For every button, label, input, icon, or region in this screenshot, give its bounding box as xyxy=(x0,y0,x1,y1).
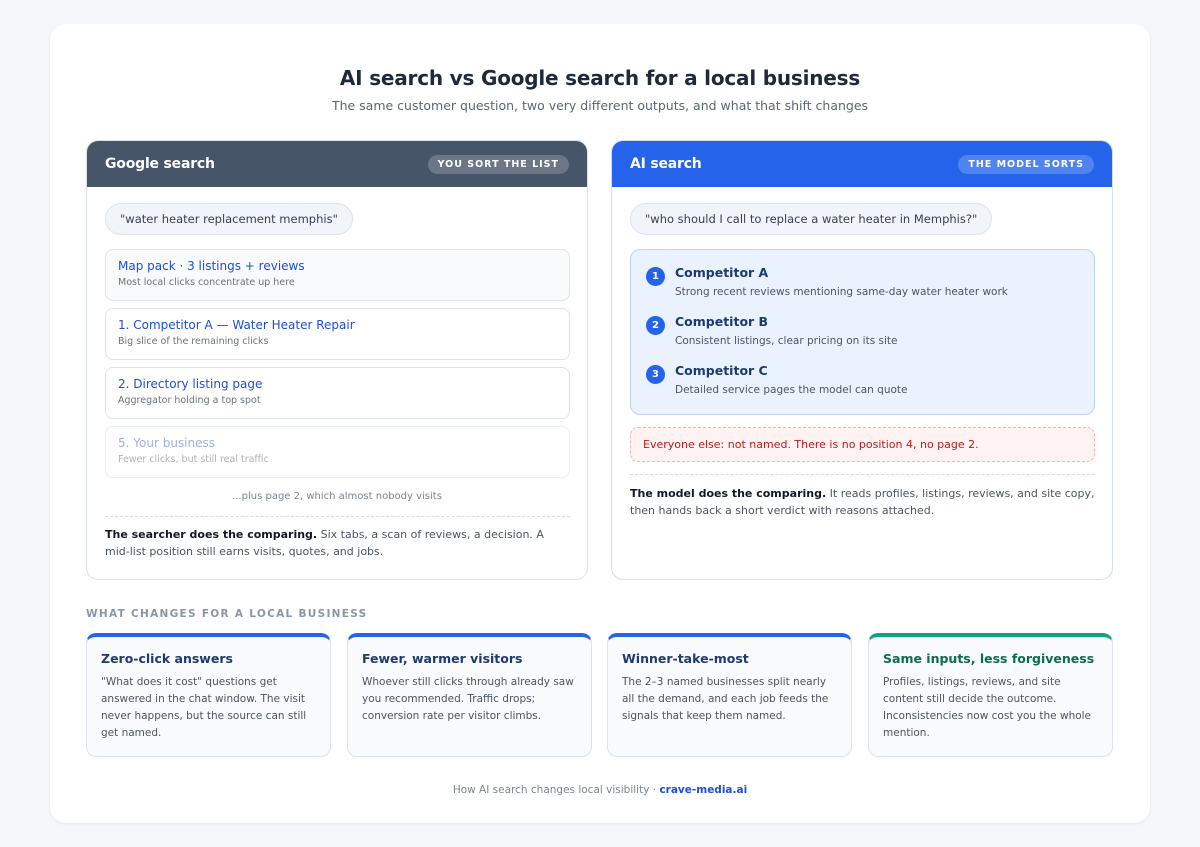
tile-title: Fewer, warmer visitors xyxy=(362,651,523,666)
result-title: 5. Your business xyxy=(118,436,215,450)
ai-not-named-alert: Everyone else: not named. There is no po… xyxy=(630,427,1095,462)
ai-query-chip: "who should I call to replace a water he… xyxy=(630,203,993,235)
google-panel-title: Google search xyxy=(105,156,215,172)
google-query-chip: "water heater replacement memphis" xyxy=(105,203,353,235)
google-more-note: ...plus page 2, which almost nobody visi… xyxy=(232,491,442,502)
page-title: AI search vs Google search for a local b… xyxy=(339,66,861,90)
rank-number: 3 xyxy=(646,365,665,384)
ai-divider xyxy=(630,474,1095,475)
footer-text: How AI search changes local visibility · xyxy=(452,784,660,796)
tile-fewer-warmer-visitors: Fewer, warmer visitors Whoever still cli… xyxy=(347,633,592,757)
google-result-competitor-a: 1. Competitor A — Water Heater Repair Bi… xyxy=(105,308,570,360)
result-subtitle: Big slice of the remaining clicks xyxy=(118,336,269,347)
tile-winner-take-most: Winner-take-most The 2–3 named businesse… xyxy=(607,633,852,757)
rank-description: Detailed service pages the model can quo… xyxy=(675,384,908,396)
ai-ranked-answer: 1 Competitor A Strong recent reviews men… xyxy=(630,249,1095,415)
google-summary: The searcher does the comparing. Six tab… xyxy=(105,526,570,560)
tile-zero-click-answers: Zero-click answers "What does it cost" q… xyxy=(86,633,331,757)
google-result-your-business: 5. Your business Fewer clicks, but still… xyxy=(105,426,570,478)
changes-section-label: WHAT CHANGES FOR A LOCAL BUSINESS xyxy=(86,608,368,620)
footer: How AI search changes local visibility ·… xyxy=(50,784,1150,796)
ai-summary: The model does the comparing. It reads p… xyxy=(630,485,1095,519)
rank-description: Consistent listings, clear pricing on it… xyxy=(675,335,898,347)
google-panel-header: Google search YOU SORT THE LIST xyxy=(87,141,587,187)
tile-description: Profiles, listings, reviews, and site co… xyxy=(883,676,1092,739)
result-subtitle: Fewer clicks, but still real traffic xyxy=(118,454,269,465)
rank-number: 2 xyxy=(646,316,665,335)
result-title: 1. Competitor A — Water Heater Repair xyxy=(118,318,355,332)
page-subtitle: The same customer question, two very dif… xyxy=(331,98,869,113)
rank-description: Strong recent reviews mentioning same-da… xyxy=(675,286,1008,298)
tile-title: Zero-click answers xyxy=(101,651,233,666)
google-result-map-pack: Map pack · 3 listings + reviews Most loc… xyxy=(105,249,570,301)
result-subtitle: Aggregator holding a top spot xyxy=(118,395,261,406)
ai-panel-badge: THE MODEL SORTS xyxy=(958,154,1094,174)
tile-description: "What does it cost" questions get answer… xyxy=(101,676,307,739)
footer-brand-link[interactable]: crave-media.ai xyxy=(659,784,747,796)
tile-title: Same inputs, less forgiveness xyxy=(883,651,1095,666)
result-title: Map pack · 3 listings + reviews xyxy=(118,259,305,273)
google-divider xyxy=(105,516,570,517)
google-search-panel: Google search YOU SORT THE LIST "water h… xyxy=(86,140,588,580)
ai-panel-header: AI search THE MODEL SORTS xyxy=(612,141,1112,187)
tile-description: Whoever still clicks through already saw… xyxy=(362,676,574,722)
google-result-directory: 2. Directory listing page Aggregator hol… xyxy=(105,367,570,419)
rank-name: Competitor C xyxy=(675,363,768,378)
rank-number: 1 xyxy=(646,267,665,286)
ai-search-panel: AI search THE MODEL SORTS "who should I … xyxy=(611,140,1113,580)
tile-same-inputs-less-forgiveness: Same inputs, less forgiveness Profiles, … xyxy=(868,633,1113,757)
google-summary-bold: The searcher does the comparing. xyxy=(105,528,318,541)
infographic-card: AI search vs Google search for a local b… xyxy=(50,24,1150,823)
google-panel-badge: YOU SORT THE LIST xyxy=(427,154,569,174)
tile-title: Winner-take-most xyxy=(622,651,749,666)
rank-name: Competitor B xyxy=(675,314,769,329)
tile-description: The 2–3 named businesses split nearly al… xyxy=(622,676,829,722)
ai-panel-title: AI search xyxy=(630,156,702,172)
ai-summary-bold: The model does the comparing. xyxy=(630,487,827,500)
rank-name: Competitor A xyxy=(675,265,769,280)
result-subtitle: Most local clicks concentrate up here xyxy=(118,277,295,288)
result-title: 2. Directory listing page xyxy=(118,377,263,391)
